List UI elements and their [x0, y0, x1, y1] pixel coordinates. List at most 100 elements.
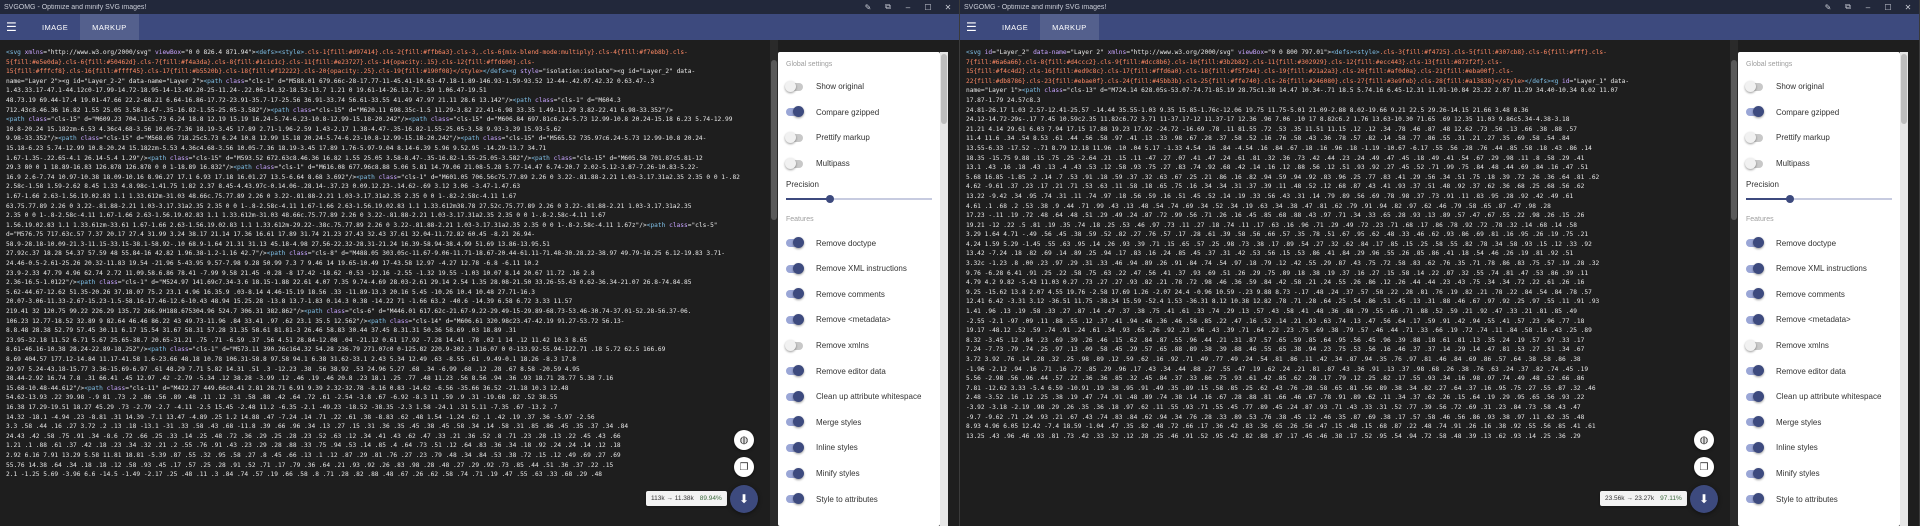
tab-image[interactable]: IMAGE	[30, 14, 80, 40]
close-icon[interactable]: ✕	[943, 3, 953, 12]
setting-remove-doctype[interactable]: Remove doctype	[1738, 230, 1900, 256]
toggle-switch[interactable]	[785, 131, 803, 143]
size-values: 23.56k → 23.27k	[1605, 495, 1655, 502]
maximize-icon[interactable]: ☐	[1883, 3, 1893, 12]
precision-slider[interactable]	[786, 195, 932, 204]
setting-remove-editor-data[interactable]: Remove editor data	[1738, 358, 1900, 384]
toggle-switch[interactable]	[1746, 441, 1764, 453]
toggle-switch[interactable]	[1745, 157, 1763, 169]
code-scrollbar-thumb[interactable]	[1731, 60, 1737, 220]
markup-code[interactable]: <svg id="Layer_2" data-name="Layer 2" xm…	[960, 40, 1730, 526]
toggle-switch[interactable]	[1745, 131, 1763, 143]
menu-icon[interactable]: ☰	[966, 20, 980, 34]
setting-multipass[interactable]: Multipass	[778, 151, 940, 177]
maximize-icon[interactable]: ☐	[923, 3, 933, 12]
setting-minify-styles[interactable]: Minify styles	[778, 461, 940, 487]
toggle-switch[interactable]	[1746, 237, 1764, 249]
toggle-switch[interactable]	[786, 390, 804, 402]
setting-remove-editor-data[interactable]: Remove editor data	[778, 358, 940, 384]
setting-remove-xmlns[interactable]: Remove xmlns	[778, 333, 940, 359]
setting-remove-comments[interactable]: Remove comments	[778, 282, 940, 308]
setting-prettify-markup[interactable]: Prettify markup	[778, 125, 940, 151]
setting-minify-styles[interactable]: Minify styles	[1738, 461, 1900, 487]
toggle-switch[interactable]	[1745, 339, 1763, 351]
setting-remove-xmlns[interactable]: Remove xmlns	[1738, 333, 1900, 359]
toggle-switch[interactable]	[1746, 416, 1764, 428]
setting-merge-styles[interactable]: Merge styles	[1738, 410, 1900, 436]
edit-icon[interactable]: ✎	[1823, 3, 1833, 12]
copy-icon[interactable]: ❐	[1694, 457, 1714, 477]
toggle-switch[interactable]	[1746, 262, 1764, 274]
panel-scrollbar-thumb[interactable]	[941, 54, 947, 124]
toggle-switch[interactable]	[786, 493, 804, 505]
close-icon[interactable]: ✕	[1903, 3, 1913, 12]
code-scrollbar[interactable]	[770, 40, 778, 526]
setting-inline-styles[interactable]: Inline styles	[778, 435, 940, 461]
code-scrollbar-thumb[interactable]	[771, 60, 777, 220]
setting-style-to-attributes[interactable]: Style to attributes	[1738, 486, 1900, 512]
toggle-switch[interactable]	[786, 313, 804, 325]
copy-icon[interactable]: ❐	[734, 457, 754, 477]
toggle-switch[interactable]	[786, 262, 804, 274]
setting-remove-metadata[interactable]: Remove <metadata>	[1738, 307, 1900, 333]
setting-remove-comments[interactable]: Remove comments	[1738, 282, 1900, 308]
precision-handle[interactable]	[1785, 195, 1794, 204]
toggle-switch[interactable]	[1746, 106, 1764, 118]
palette-icon[interactable]: ◍	[734, 430, 754, 450]
edit-icon[interactable]: ✎	[863, 3, 873, 12]
precision-handle[interactable]	[825, 195, 834, 204]
toggle-switch[interactable]	[786, 106, 804, 118]
markup-code[interactable]: <svg xmlns="http://www.w3.org/2000/svg" …	[0, 40, 770, 526]
share-icon[interactable]: ⧉	[883, 2, 893, 12]
toggle-switch[interactable]	[786, 365, 804, 377]
toggle-switch[interactable]	[786, 441, 804, 453]
palette-icon[interactable]: ◍	[1694, 430, 1714, 450]
setting-clean-up-attribute-whitespace[interactable]: Clean up attribute whitespace	[778, 384, 940, 410]
size-badge: 23.56k → 23.27k 97.11%	[1600, 491, 1687, 506]
toggle-switch[interactable]	[1745, 80, 1763, 92]
code-scrollbar[interactable]	[1730, 40, 1738, 526]
toggle-switch[interactable]	[1746, 493, 1764, 505]
toggle-switch[interactable]	[785, 339, 803, 351]
tab-image[interactable]: IMAGE	[990, 14, 1040, 40]
setting-compare-gzipped[interactable]: Compare gzipped	[1738, 100, 1900, 126]
toggle-switch[interactable]	[1746, 365, 1764, 377]
code-line: 16.9 2.6-7.74 10.97-10.38 18.09-10.16 8.…	[6, 173, 764, 183]
setting-remove-xml-instructions[interactable]: Remove XML instructions	[778, 256, 940, 282]
code-line: 8.32 -3.45 .12 .84 .23 .69 .39 .26 .46 .…	[966, 336, 1724, 346]
setting-compare-gzipped[interactable]: Compare gzipped	[778, 100, 940, 126]
panel-scrollbar-thumb[interactable]	[1901, 54, 1907, 124]
setting-inline-styles[interactable]: Inline styles	[1738, 435, 1900, 461]
setting-clean-up-attribute-whitespace[interactable]: Clean up attribute whitespace	[1738, 384, 1900, 410]
setting-show-original[interactable]: Show original	[778, 74, 940, 100]
setting-multipass[interactable]: Multipass	[1738, 151, 1900, 177]
toggle-switch[interactable]	[786, 416, 804, 428]
download-icon[interactable]: ⬇	[730, 485, 758, 513]
panel-scrollbar[interactable]	[940, 52, 948, 526]
toggle-switch[interactable]	[1746, 467, 1764, 479]
setting-remove-metadata[interactable]: Remove <metadata>	[778, 307, 940, 333]
toggle-switch[interactable]	[1746, 313, 1764, 325]
setting-show-original[interactable]: Show original	[1738, 74, 1900, 100]
menu-icon[interactable]: ☰	[6, 20, 20, 34]
toggle-switch[interactable]	[786, 467, 804, 479]
setting-merge-styles[interactable]: Merge styles	[778, 410, 940, 436]
tab-markup[interactable]: MARKUP	[1040, 14, 1099, 40]
toggle-switch[interactable]	[1746, 390, 1764, 402]
setting-prettify-markup[interactable]: Prettify markup	[1738, 125, 1900, 151]
setting-remove-xml-instructions[interactable]: Remove XML instructions	[1738, 256, 1900, 282]
toggle-switch[interactable]	[1746, 288, 1764, 300]
precision-slider[interactable]	[1746, 195, 1892, 204]
toggle-switch[interactable]	[785, 157, 803, 169]
setting-remove-doctype[interactable]: Remove doctype	[778, 230, 940, 256]
download-icon[interactable]: ⬇	[1690, 485, 1718, 513]
panel-scrollbar[interactable]	[1900, 52, 1908, 526]
minimize-icon[interactable]: –	[903, 3, 913, 12]
minimize-icon[interactable]: –	[1863, 3, 1873, 12]
toggle-switch[interactable]	[785, 80, 803, 92]
share-icon[interactable]: ⧉	[1843, 2, 1853, 12]
tab-markup[interactable]: MARKUP	[80, 14, 139, 40]
setting-style-to-attributes[interactable]: Style to attributes	[778, 486, 940, 512]
toggle-switch[interactable]	[786, 237, 804, 249]
toggle-switch[interactable]	[786, 288, 804, 300]
